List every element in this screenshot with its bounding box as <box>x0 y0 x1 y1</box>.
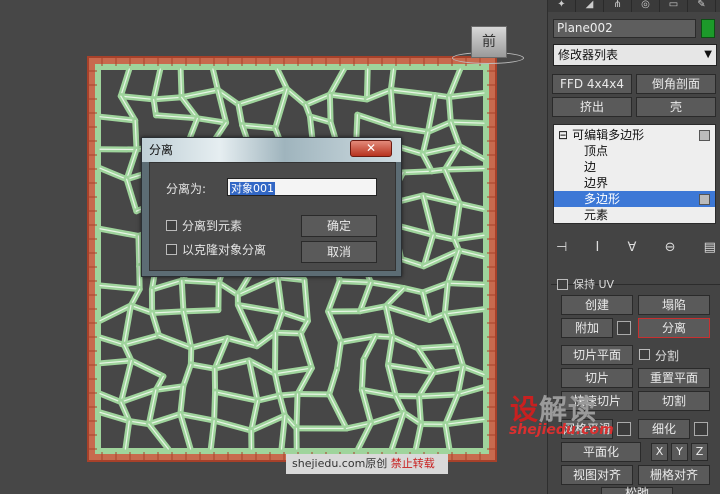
watermark-bar: shejiedu.com原创 禁止转载 <box>286 454 448 474</box>
object-color-swatch[interactable] <box>701 19 715 38</box>
utilities-tab-icon[interactable]: ✎ <box>688 0 716 12</box>
detach-dialog: 分离 ✕ 分离为: 对象001 分离到元素 以克隆对象分离 确定 取消 <box>141 137 402 277</box>
create-tab-icon[interactable]: ✦ <box>548 0 576 12</box>
toggle-modifier-icon[interactable] <box>699 194 710 205</box>
ok-button[interactable]: 确定 <box>301 215 377 237</box>
watermark-warning: 禁止转载 <box>390 457 435 470</box>
ffd-button[interactable]: FFD 4x4x4 <box>552 74 632 94</box>
detach-as-clone-option[interactable]: 以克隆对象分离 <box>166 241 266 258</box>
viewcube[interactable]: 前 <box>471 26 507 58</box>
grid-align-button[interactable]: 栅格对齐 <box>638 465 710 485</box>
detach-name-value: 对象001 <box>230 182 275 195</box>
planarize-button[interactable]: 平面化 <box>561 442 641 462</box>
detach-to-element-checkbox[interactable] <box>166 220 177 231</box>
stack-item[interactable]: 顶点 <box>554 143 715 159</box>
detach-as-clone-checkbox[interactable] <box>166 244 177 255</box>
slice-plane-button[interactable]: 切片平面 <box>561 345 633 365</box>
dialog-body: 分离为: 对象001 分离到元素 以克隆对象分离 确定 取消 <box>149 162 396 271</box>
split-checkbox[interactable] <box>639 349 650 360</box>
pin-stack-icon[interactable]: ⊣ <box>556 240 567 260</box>
command-panel-tabs: ✦ ◢ ⋔ ◎ ▭ ✎ <box>548 0 720 12</box>
detach-to-element-option[interactable]: 分离到元素 <box>166 217 242 234</box>
view-align-button[interactable]: 视图对齐 <box>561 465 633 485</box>
modifier-list-dropdown[interactable]: 修改器列表 ▼ <box>553 44 717 66</box>
preserve-uv-label: 保持 UV <box>573 278 615 291</box>
watermark-site: shejiedu.com原创 <box>292 457 388 470</box>
create-button[interactable]: 创建 <box>561 295 633 315</box>
stack-item-label: 元素 <box>584 208 609 222</box>
dialog-close-button[interactable]: ✕ <box>350 140 392 157</box>
modify-tab-icon[interactable]: ◢ <box>576 0 604 12</box>
perspective-viewport[interactable]: 前 shejiedu.com原创 禁止转载 分离 ✕ 分离为: 对象001 分离… <box>0 0 547 494</box>
planarize-z-button[interactable]: Z <box>691 443 708 461</box>
remove-modifier-icon[interactable]: ⊖ <box>665 240 676 260</box>
make-unique-icon[interactable]: ∀ <box>628 240 637 260</box>
stack-item-label: 顶点 <box>584 144 609 158</box>
attach-button[interactable]: 附加 <box>561 318 613 338</box>
relax-button[interactable]: 松弛 <box>601 487 673 494</box>
display-tab-icon[interactable]: ▭ <box>660 0 688 12</box>
meshsmooth-settings-icon[interactable] <box>617 422 631 436</box>
cancel-button[interactable]: 取消 <box>301 241 377 263</box>
show-end-result-icon[interactable]: Ⅰ <box>596 240 600 260</box>
stack-item[interactable]: ⊟ 可编辑多边形 <box>554 127 715 143</box>
motion-tab-icon[interactable]: ◎ <box>632 0 660 12</box>
cut-button[interactable]: 切割 <box>638 391 710 411</box>
stack-item[interactable]: 边 <box>554 159 715 175</box>
attach-settings-icon[interactable] <box>617 321 631 335</box>
stack-item-label: 边 <box>584 160 597 174</box>
planarize-x-button[interactable]: X <box>651 443 668 461</box>
detach-as-clone-label: 以克隆对象分离 <box>182 243 267 257</box>
object-name-field[interactable]: Plane002 <box>553 19 696 38</box>
stack-item[interactable]: 边界 <box>554 175 715 191</box>
reset-plane-button[interactable]: 重置平面 <box>638 368 710 388</box>
stack-item[interactable]: 元素 <box>554 207 715 223</box>
shell-button[interactable]: 壳 <box>636 97 716 117</box>
collapse-toggle-icon[interactable]: ⊟ <box>558 128 568 142</box>
detach-to-element-label: 分离到元素 <box>182 219 243 233</box>
hierarchy-tab-icon[interactable]: ⋔ <box>604 0 632 12</box>
modifier-list-label: 修改器列表 <box>558 48 619 62</box>
tessellate-settings-icon[interactable] <box>694 422 708 436</box>
stack-item[interactable]: 多边形 <box>554 191 715 207</box>
site-url: shejiedu.com <box>509 422 614 438</box>
detach-name-input[interactable]: 对象001 <box>227 178 377 196</box>
chevron-down-icon: ▼ <box>704 49 712 60</box>
collapse-button[interactable]: 塌陷 <box>638 295 710 315</box>
extrude-button[interactable]: 挤出 <box>552 97 632 117</box>
stack-toolbar: ⊣ Ⅰ ∀ ⊖ ▤ <box>556 240 716 260</box>
split-label: 分割 <box>655 349 680 363</box>
preserve-uv-checkbox[interactable] <box>557 279 568 290</box>
slice-button[interactable]: 切片 <box>561 368 633 388</box>
bevel-profile-button[interactable]: 倒角剖面 <box>636 74 716 94</box>
planarize-y-button[interactable]: Y <box>671 443 688 461</box>
stack-item-label: 可编辑多边形 <box>572 128 645 142</box>
modifier-stack: ⊟ 可编辑多边形顶点边边界多边形元素 <box>553 124 716 224</box>
detach-button[interactable]: 分离 <box>638 318 710 338</box>
configure-sets-icon[interactable]: ▤ <box>704 240 716 260</box>
tessellate-button[interactable]: 细化 <box>638 419 690 439</box>
detach-as-label: 分离为: <box>166 182 207 196</box>
toggle-modifier-icon[interactable] <box>699 130 710 141</box>
stack-item-label: 多边形 <box>584 192 621 206</box>
stack-item-label: 边界 <box>584 176 609 190</box>
